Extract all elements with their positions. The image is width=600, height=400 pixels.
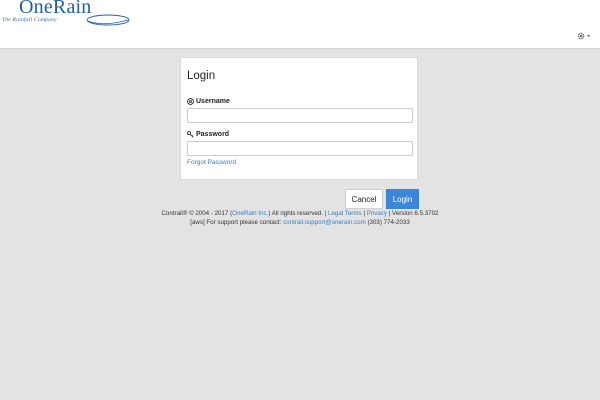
settings-menu-button[interactable] xyxy=(576,30,592,42)
key-icon xyxy=(187,131,194,138)
footer-support-line: [aws] For support please contact: contra… xyxy=(0,218,600,227)
password-label: Password xyxy=(187,131,229,138)
onerain-link[interactable]: OneRain Inc. xyxy=(232,210,268,217)
top-bar: OneRain The Rainfall Company xyxy=(0,0,600,49)
copyright-text: Contrail® © 2004 - 2017 ( xyxy=(161,210,233,217)
footer-copyright-line: Contrail® © 2004 - 2017 (OneRain Inc.) A… xyxy=(0,209,600,218)
caret-down-icon xyxy=(587,35,590,37)
footer: Contrail® © 2004 - 2017 (OneRain Inc.) A… xyxy=(0,209,600,227)
legal-terms-link[interactable]: Legal Terms xyxy=(328,210,362,217)
privacy-link[interactable]: Privacy xyxy=(367,210,387,217)
version-text: | Version 6.5.3702 xyxy=(388,210,439,217)
username-label: Username xyxy=(187,98,230,105)
gear-icon xyxy=(577,32,590,40)
logo-tagline: The Rainfall Company xyxy=(2,17,57,23)
onerain-logo[interactable]: OneRain The Rainfall Company xyxy=(2,0,132,30)
support-text: [aws] For support please contact: xyxy=(190,219,282,226)
at-sign-icon xyxy=(187,98,194,105)
username-field[interactable] xyxy=(187,108,413,123)
cancel-button[interactable]: Cancel xyxy=(345,189,383,209)
login-title: Login xyxy=(187,70,216,82)
username-label-text: Username xyxy=(196,98,230,105)
login-panel: Login Username Password Forgot Password xyxy=(180,57,418,180)
support-phone: (303) 774-2033 xyxy=(367,219,410,226)
password-field[interactable] xyxy=(187,141,413,156)
forgot-password-link[interactable]: Forgot Password xyxy=(187,159,236,166)
rights-text: ) All rights reserved. | xyxy=(268,210,327,217)
logo-swoosh-icon xyxy=(86,14,130,26)
login-button[interactable]: Login xyxy=(386,189,419,209)
support-email-link[interactable]: contrail.support@onerain.com xyxy=(283,219,366,226)
password-label-text: Password xyxy=(196,131,230,138)
separator: | xyxy=(363,210,365,217)
